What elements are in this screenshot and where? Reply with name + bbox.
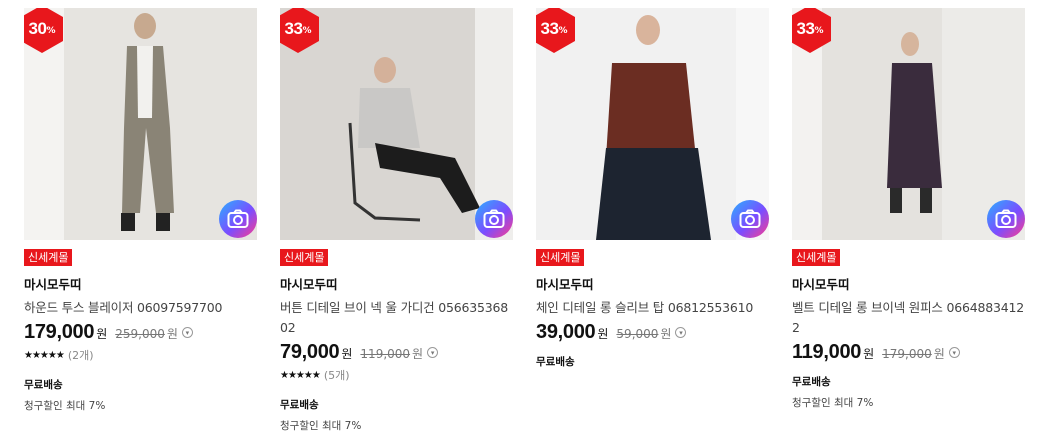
currency: 원 bbox=[660, 327, 672, 341]
billing-discount: 청구할인 최대 7% bbox=[280, 420, 362, 432]
free-shipping-label: 무료배송 bbox=[24, 379, 63, 391]
discount-value: 33 bbox=[540, 19, 559, 38]
rating[interactable]: ★★★★★ (2개) bbox=[24, 347, 257, 363]
camera-lens-icon[interactable] bbox=[219, 200, 257, 238]
info-circle-icon[interactable]: ▾ bbox=[948, 347, 960, 358]
price-row: 119,000 원 179,000 원 ▾ bbox=[792, 341, 1025, 364]
original-price: 179,000 bbox=[882, 347, 932, 361]
brand-name[interactable]: 마시모두띠 bbox=[280, 274, 513, 293]
brand-name[interactable]: 마시모두띠 bbox=[24, 274, 257, 293]
rating[interactable]: ★★★★★ (5개) bbox=[280, 367, 513, 383]
product-name[interactable]: 체인 디테일 롱 슬리브 탑 06812553610 bbox=[536, 298, 769, 318]
price-row: 39,000 원 59,000 원 ▾ bbox=[536, 321, 769, 344]
free-shipping-label: 무료배송 bbox=[792, 376, 831, 388]
billing-discount: 청구할인 최대 7% bbox=[24, 400, 106, 412]
info-circle-icon[interactable]: ▾ bbox=[181, 327, 193, 338]
product-card[interactable]: 33% 신세계몰 마시모두띠 버튼 디테일 브이 넥 울 가디건 0566353… bbox=[280, 8, 513, 433]
camera-lens-icon[interactable] bbox=[731, 200, 769, 238]
currency: 원 bbox=[341, 347, 353, 361]
info-circle-icon[interactable]: ▾ bbox=[675, 327, 687, 338]
currency: 원 bbox=[96, 327, 108, 341]
store-tag: 신세계몰 bbox=[792, 249, 841, 266]
sale-price: 39,000 bbox=[536, 321, 596, 343]
discount-value: 33 bbox=[796, 19, 815, 38]
info-circle-icon[interactable]: ▾ bbox=[427, 347, 439, 358]
sale-price: 119,000 bbox=[792, 341, 862, 363]
store-tag: 신세계몰 bbox=[536, 249, 585, 266]
currency: 원 bbox=[933, 347, 945, 361]
price-row: 179,000 원 259,000 원 ▾ bbox=[24, 321, 257, 344]
product-card[interactable]: 30% 신세계몰 마시모두띠 하운드 투스 블레이저 06097597700 1… bbox=[24, 8, 257, 413]
review-count: (5개) bbox=[323, 369, 350, 382]
original-price: 119,000 bbox=[360, 347, 411, 361]
discount-badge: 33% bbox=[536, 8, 576, 54]
product-image[interactable]: 33% bbox=[536, 8, 769, 240]
product-image[interactable]: 33% bbox=[280, 8, 513, 240]
currency: 원 bbox=[412, 347, 424, 361]
store-tag: 신세계몰 bbox=[280, 249, 329, 266]
product-image[interactable]: 30% bbox=[24, 8, 257, 240]
camera-lens-icon[interactable] bbox=[987, 200, 1025, 238]
product-name[interactable]: 버튼 디테일 브이 넥 울 가디건 05663536802 bbox=[280, 298, 513, 338]
free-shipping-label: 무료배송 bbox=[280, 399, 319, 411]
price-row: 79,000 원 119,000 원 ▾ bbox=[280, 341, 513, 364]
brand-name[interactable]: 마시모두띠 bbox=[536, 274, 769, 293]
review-count: (2개) bbox=[67, 349, 94, 362]
currency: 원 bbox=[597, 327, 609, 341]
store-tag: 신세계몰 bbox=[24, 249, 73, 266]
original-price: 259,000 bbox=[115, 327, 165, 341]
currency: 원 bbox=[863, 347, 875, 361]
currency: 원 bbox=[166, 327, 178, 341]
billing-discount: 청구할인 최대 7% bbox=[792, 397, 874, 409]
discount-badge: 30% bbox=[24, 8, 64, 54]
discount-badge: 33% bbox=[280, 8, 320, 54]
original-price: 59,000 bbox=[616, 327, 659, 341]
product-name[interactable]: 벨트 디테일 롱 브이넥 원피스 06648834122 bbox=[792, 298, 1025, 338]
sale-price: 179,000 bbox=[24, 321, 95, 343]
camera-lens-icon[interactable] bbox=[475, 200, 513, 238]
star-icon: ★★★★★ bbox=[280, 369, 321, 381]
product-grid: 30% 신세계몰 마시모두띠 하운드 투스 블레이저 06097597700 1… bbox=[0, 0, 1044, 443]
free-shipping-label: 무료배송 bbox=[536, 356, 575, 368]
star-icon: ★★★★★ bbox=[24, 349, 65, 361]
product-card[interactable]: 33% 신세계몰 마시모두띠 벨트 디테일 롱 브이넥 원피스 06648834… bbox=[792, 8, 1025, 410]
product-name[interactable]: 하운드 투스 블레이저 06097597700 bbox=[24, 298, 257, 318]
discount-value: 30 bbox=[28, 19, 47, 38]
product-card[interactable]: 33% 신세계몰 마시모두띠 체인 디테일 롱 슬리브 탑 0681255361… bbox=[536, 8, 769, 369]
discount-badge: 33% bbox=[792, 8, 832, 54]
product-image[interactable]: 33% bbox=[792, 8, 1025, 240]
brand-name[interactable]: 마시모두띠 bbox=[792, 274, 1025, 293]
discount-value: 33 bbox=[284, 19, 303, 38]
sale-price: 79,000 bbox=[280, 341, 340, 363]
